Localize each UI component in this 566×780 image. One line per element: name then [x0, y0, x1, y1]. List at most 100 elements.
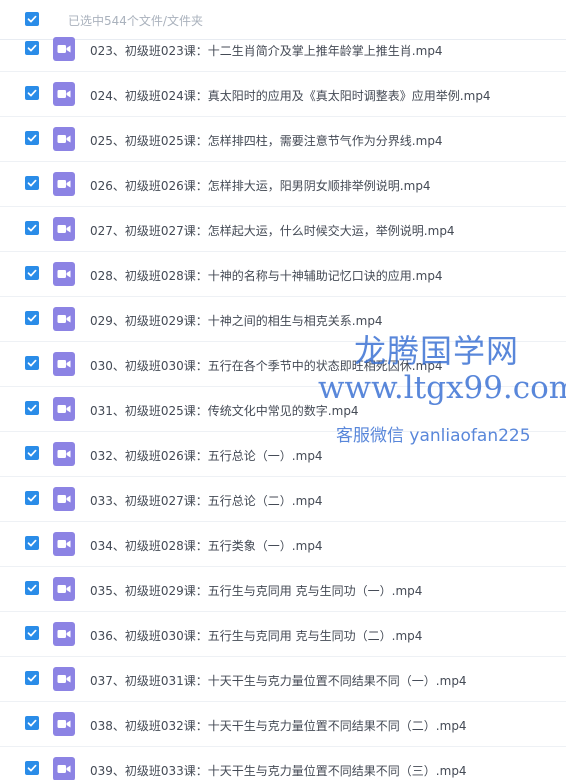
- video-camera-icon: [57, 90, 71, 98]
- video-file-icon: [53, 262, 75, 286]
- checkmark-icon: [27, 15, 37, 23]
- file-name[interactable]: 036、初级班030课：五行生与克同用 克与生同功（二）.mp4: [90, 627, 422, 644]
- video-file-icon: [53, 37, 75, 61]
- file-row[interactable]: 024、初级班024课：真太阳时的应用及《真太阳时调整表》应用举例.mp4: [0, 72, 566, 117]
- checkmark-icon: [27, 674, 37, 682]
- file-row[interactable]: 037、初级班031课：十天干生与克力量位置不同结果不同（一）.mp4: [0, 657, 566, 702]
- file-row[interactable]: 026、初级班026课：怎样排大运，阳男阴女顺排举例说明.mp4: [0, 162, 566, 207]
- checkmark-icon: [27, 764, 37, 772]
- file-row[interactable]: 038、初级班032课：十天干生与克力量位置不同结果不同（二）.mp4: [0, 702, 566, 747]
- file-name[interactable]: 034、初级班028课：五行类象（一）.mp4: [90, 537, 323, 554]
- file-row[interactable]: 033、初级班027课：五行总论（二）.mp4: [0, 477, 566, 522]
- video-camera-icon: [57, 180, 71, 188]
- video-file-icon: [53, 712, 75, 736]
- file-name[interactable]: 032、初级班026课：五行总论（一）.mp4: [90, 447, 323, 464]
- checkmark-icon: [27, 179, 37, 187]
- file-checkbox[interactable]: [25, 356, 39, 370]
- file-checkbox[interactable]: [25, 401, 39, 415]
- file-name[interactable]: 024、初级班024课：真太阳时的应用及《真太阳时调整表》应用举例.mp4: [90, 87, 491, 104]
- checkmark-icon: [27, 584, 37, 592]
- file-name[interactable]: 031、初级班025课：传统文化中常见的数字.mp4: [90, 402, 359, 419]
- file-name[interactable]: 023、初级班023课：十二生肖简介及掌上推年龄掌上推生肖.mp4: [90, 42, 443, 59]
- video-file-icon: [53, 127, 75, 151]
- checkmark-icon: [27, 539, 37, 547]
- video-camera-icon: [57, 135, 71, 143]
- file-name[interactable]: 029、初级班029课：十神之间的相生与相克关系.mp4: [90, 312, 383, 329]
- video-file-icon: [53, 667, 75, 691]
- file-row[interactable]: 030、初级班030课：五行在各个季节中的状态即旺相死囚休.mp4: [0, 342, 566, 387]
- file-row[interactable]: 029、初级班029课：十神之间的相生与相克关系.mp4: [0, 297, 566, 342]
- checkmark-icon: [27, 359, 37, 367]
- video-camera-icon: [57, 225, 71, 233]
- file-name[interactable]: 025、初级班025课：怎样排四柱，需要注意节气作为分界线.mp4: [90, 132, 443, 149]
- file-checkbox[interactable]: [25, 446, 39, 460]
- file-checkbox[interactable]: [25, 311, 39, 325]
- file-row[interactable]: 031、初级班025课：传统文化中常见的数字.mp4: [0, 387, 566, 432]
- video-file-icon: [53, 442, 75, 466]
- checkmark-icon: [27, 494, 37, 502]
- video-file-icon: [53, 172, 75, 196]
- file-row[interactable]: 039、初级班033课：十天干生与克力量位置不同结果不同（三）.mp4: [0, 747, 566, 780]
- file-checkbox[interactable]: [25, 131, 39, 145]
- checkmark-icon: [27, 224, 37, 232]
- video-camera-icon: [57, 450, 71, 458]
- video-file-icon: [53, 352, 75, 376]
- video-file-icon: [53, 487, 75, 511]
- video-camera-icon: [57, 315, 71, 323]
- file-name[interactable]: 038、初级班032课：十天干生与克力量位置不同结果不同（二）.mp4: [90, 717, 467, 734]
- file-checkbox[interactable]: [25, 761, 39, 775]
- file-checkbox[interactable]: [25, 491, 39, 505]
- file-name[interactable]: 030、初级班030课：五行在各个季节中的状态即旺相死囚休.mp4: [90, 357, 443, 374]
- file-checkbox[interactable]: [25, 671, 39, 685]
- file-checkbox[interactable]: [25, 716, 39, 730]
- video-file-icon: [53, 217, 75, 241]
- video-camera-icon: [57, 495, 71, 503]
- file-checkbox[interactable]: [25, 581, 39, 595]
- video-file-icon: [53, 82, 75, 106]
- checkmark-icon: [27, 89, 37, 97]
- video-file-icon: [53, 397, 75, 421]
- file-row[interactable]: 035、初级班029课：五行生与克同用 克与生同功（一）.mp4: [0, 567, 566, 612]
- file-name[interactable]: 027、初级班027课：怎样起大运，什么时候交大运，举例说明.mp4: [90, 222, 455, 239]
- file-row[interactable]: 034、初级班028课：五行类象（一）.mp4: [0, 522, 566, 567]
- file-row[interactable]: 036、初级班030课：五行生与克同用 克与生同功（二）.mp4: [0, 612, 566, 657]
- file-row[interactable]: 028、初级班028课：十神的名称与十神辅助记忆口诀的应用.mp4: [0, 252, 566, 297]
- file-checkbox[interactable]: [25, 176, 39, 190]
- checkmark-icon: [27, 269, 37, 277]
- file-checkbox[interactable]: [25, 626, 39, 640]
- file-row[interactable]: 023、初级班023课：十二生肖简介及掌上推年龄掌上推生肖.mp4: [0, 27, 566, 72]
- file-checkbox[interactable]: [25, 86, 39, 100]
- file-name[interactable]: 035、初级班029课：五行生与克同用 克与生同功（一）.mp4: [90, 582, 422, 599]
- file-row[interactable]: 027、初级班027课：怎样起大运，什么时候交大运，举例说明.mp4: [0, 207, 566, 252]
- video-camera-icon: [57, 540, 71, 548]
- checkmark-icon: [27, 44, 37, 52]
- checkmark-icon: [27, 629, 37, 637]
- video-camera-icon: [57, 405, 71, 413]
- file-row[interactable]: 025、初级班025课：怎样排四柱，需要注意节气作为分界线.mp4: [0, 117, 566, 162]
- file-list-panel: 已选中544个文件/文件夹 023、初级班023课：十二生肖简介及掌上推年龄掌上…: [0, 0, 566, 780]
- video-file-icon: [53, 757, 75, 780]
- file-checkbox[interactable]: [25, 536, 39, 550]
- select-all-checkbox[interactable]: [25, 12, 39, 26]
- video-file-icon: [53, 622, 75, 646]
- video-camera-icon: [57, 675, 71, 683]
- video-camera-icon: [57, 585, 71, 593]
- file-row[interactable]: 032、初级班026课：五行总论（一）.mp4: [0, 432, 566, 477]
- file-checkbox[interactable]: [25, 221, 39, 235]
- video-camera-icon: [57, 270, 71, 278]
- checkmark-icon: [27, 314, 37, 322]
- file-name[interactable]: 028、初级班028课：十神的名称与十神辅助记忆口诀的应用.mp4: [90, 267, 443, 284]
- file-name[interactable]: 026、初级班026课：怎样排大运，阳男阴女顺排举例说明.mp4: [90, 177, 431, 194]
- video-camera-icon: [57, 765, 71, 773]
- checkmark-icon: [27, 134, 37, 142]
- checkmark-icon: [27, 404, 37, 412]
- file-name[interactable]: 039、初级班033课：十天干生与克力量位置不同结果不同（三）.mp4: [90, 762, 467, 779]
- file-checkbox[interactable]: [25, 41, 39, 55]
- video-file-icon: [53, 307, 75, 331]
- file-name[interactable]: 037、初级班031课：十天干生与克力量位置不同结果不同（一）.mp4: [90, 672, 467, 689]
- checkmark-icon: [27, 719, 37, 727]
- checkmark-icon: [27, 449, 37, 457]
- file-checkbox[interactable]: [25, 266, 39, 280]
- video-camera-icon: [57, 45, 71, 53]
- file-name[interactable]: 033、初级班027课：五行总论（二）.mp4: [90, 492, 323, 509]
